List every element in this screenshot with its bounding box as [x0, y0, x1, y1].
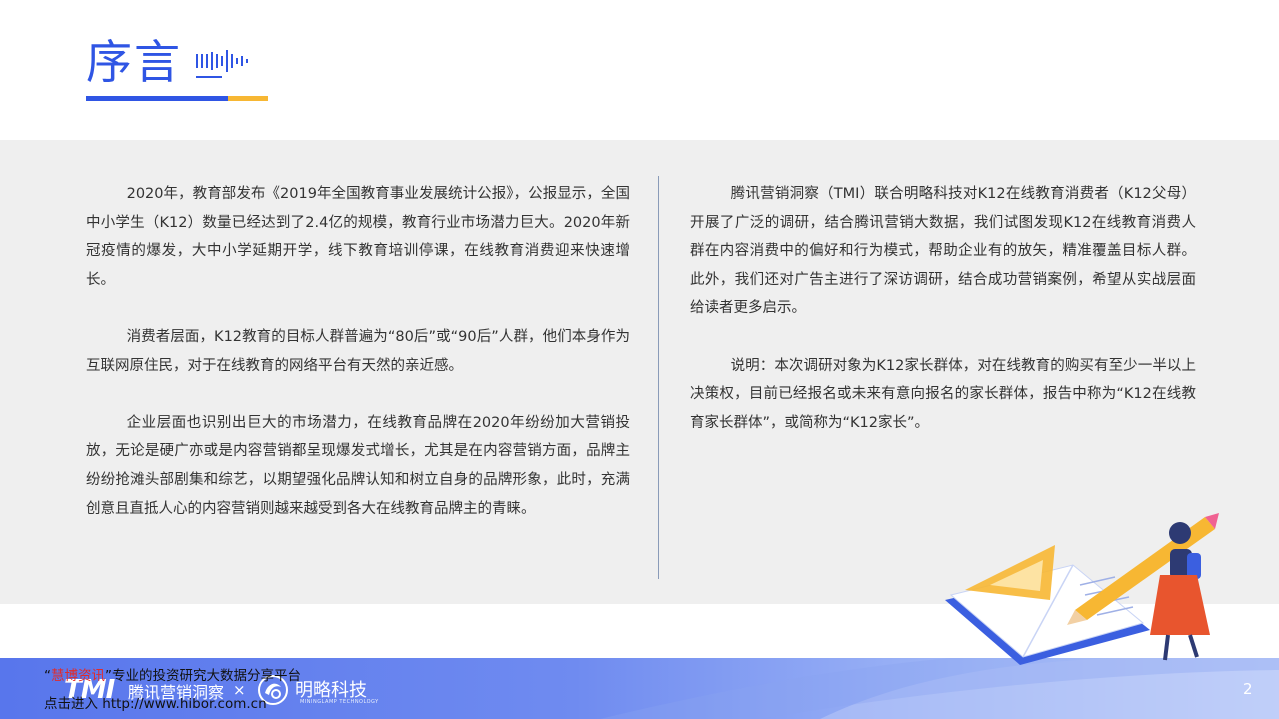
left-text-column: 2020年，教育部发布《2019年全国教育事业发展统计公报》，公报显示，全国中小… [86, 180, 630, 552]
watermark-name: 慧博资讯 [51, 668, 105, 684]
education-illustration [945, 513, 1219, 665]
title-underline-yellow [228, 96, 268, 101]
paragraph: 2020年，教育部发布《2019年全国教育事业发展统计公报》，公报显示，全国中小… [86, 186, 630, 288]
soundwave-icon [196, 50, 248, 78]
paragraph: 说明：本次调研对象为K12家长群体，对在线教育的购买有至少一半以上决策权，目前已… [690, 357, 1196, 431]
right-text-column: 腾讯营销洞察（TMI）联合明略科技对K12在线教育消费者（K12父母）开展了广泛… [690, 180, 1196, 466]
page-number: 2 [1243, 680, 1253, 698]
minglue-brand-subtitle: MININGLAMP TECHNOLOGY [300, 699, 379, 705]
paragraph: 腾讯营销洞察（TMI）联合明略科技对K12在线教育消费者（K12父母）开展了广泛… [690, 186, 1196, 317]
page-title: 序言 [86, 35, 182, 89]
watermark-line-1: “慧博资讯”专业的投资研究大数据分享平台 [44, 664, 301, 684]
paragraph: 消费者层面，K12教育的目标人群普遍为“80后”或“90后”人群，他们本身作为互… [86, 328, 630, 374]
title-underline-blue [86, 96, 228, 101]
watermark-quote: “ [44, 668, 51, 684]
watermark-link[interactable]: 点击进入 http://www.hibor.com.cn [44, 692, 267, 712]
paragraph: 企业层面也识别出巨大的市场潜力，在线教育品牌在2020年纷纷加大营销投放，无论是… [86, 414, 630, 517]
column-divider [658, 176, 659, 579]
watermark-tagline: ”专业的投资研究大数据分享平台 [105, 668, 301, 684]
